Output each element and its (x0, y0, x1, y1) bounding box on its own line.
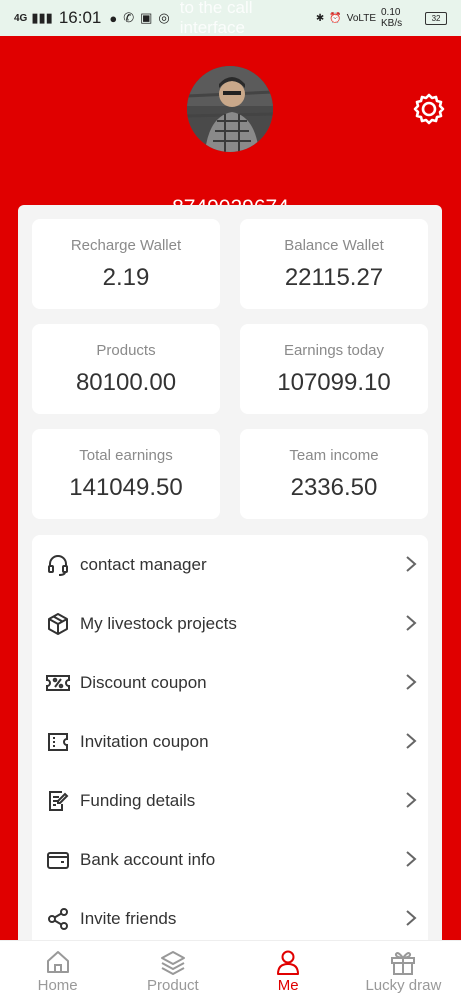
menu-item-funding-details[interactable]: Funding details (32, 771, 428, 830)
wallet-icon (44, 846, 72, 874)
volte-label: VoLTE (346, 12, 376, 24)
network-type: 4G (14, 12, 28, 24)
headset-icon (44, 551, 72, 579)
discount-coupon-icon (44, 669, 72, 697)
menu-item-discount-coupon[interactable]: Discount coupon (32, 653, 428, 712)
stat-label: Team income (289, 447, 379, 464)
menu-item-label: contact manager (80, 554, 207, 574)
share-icon (44, 905, 72, 933)
chevron-right-icon (406, 851, 417, 867)
menu-item-label: Invitation coupon (80, 731, 209, 751)
profile-header: 8749029674 (0, 36, 461, 219)
stat-card-recharge-wallet[interactable]: Recharge Wallet 2.19 (32, 219, 220, 309)
menu-item-label: Bank account info (80, 849, 216, 869)
box-icon (44, 610, 72, 638)
menu-item-livestock-projects[interactable]: My livestock projects (32, 594, 428, 653)
status-bar: 4G ▮▮▮ 16:01 ● ✆ ▣ ◎ to the call interfa… (0, 0, 461, 38)
stat-card-earnings-today[interactable]: Earnings today 107099.10 (240, 324, 428, 414)
settings-menu: contact manager My livestock projects Di… (32, 535, 428, 965)
stat-value: 141049.50 (69, 474, 183, 501)
stat-label: Earnings today (283, 342, 385, 359)
chevron-right-icon (406, 615, 417, 631)
battery-icon: 32 (425, 11, 447, 25)
stat-value: 22115.27 (284, 264, 384, 291)
stat-label: Total earnings (79, 447, 173, 464)
chevron-right-icon (406, 556, 417, 572)
call-banner-text[interactable]: to the call interface (180, 0, 316, 38)
battery-level: 32 (431, 13, 441, 23)
person-icon (277, 950, 300, 975)
tab-label: Product (147, 977, 199, 994)
gift-icon (391, 952, 416, 975)
home-icon (46, 951, 69, 973)
stat-value: 80100.00 (75, 369, 177, 396)
tab-label: Lucky draw (365, 977, 442, 994)
chevron-right-icon (406, 674, 417, 690)
menu-item-contact-manager[interactable]: contact manager (32, 535, 428, 594)
stat-card-balance-wallet[interactable]: Balance Wallet 22115.27 (240, 219, 428, 309)
stat-card-products[interactable]: Products 80100.00 (32, 324, 220, 414)
signal-icon: ▮▮▮ (31, 10, 53, 25)
stat-label: Products (96, 342, 156, 359)
instagram-icon: ◎ (158, 10, 170, 25)
stat-label: Recharge Wallet (70, 237, 182, 254)
stat-value: 107099.10 (277, 369, 391, 396)
bottom-tab-bar: Home Product Me Lucky draw (0, 940, 461, 1001)
leaf-icon: ● (109, 10, 118, 26)
document-edit-icon (44, 787, 72, 815)
menu-item-label: My livestock projects (80, 613, 237, 633)
tab-label: Home (37, 977, 78, 994)
menu-item-bank-account-info[interactable]: Bank account info (32, 830, 428, 889)
stat-card-total-earnings[interactable]: Total earnings 141049.50 (32, 429, 220, 519)
network-speed: 0.10 KB/s (381, 7, 403, 29)
status-time: 16:01 (58, 8, 102, 27)
tab-home[interactable]: Home (0, 941, 115, 1001)
chevron-right-icon (406, 792, 417, 808)
menu-item-invitation-coupon[interactable]: Invitation coupon (32, 712, 428, 771)
app-icon: ▣ (140, 10, 153, 25)
tab-product[interactable]: Product (115, 941, 230, 1001)
settings-gear-icon[interactable] (412, 92, 446, 126)
bluetooth-icon: ✱ (315, 12, 325, 24)
stat-value: 2.19 (102, 264, 150, 291)
chevron-right-icon (406, 733, 417, 749)
menu-item-label: Discount coupon (80, 672, 207, 692)
stat-label: Balance Wallet (284, 237, 384, 254)
avatar[interactable] (187, 66, 273, 152)
tab-label: Me (277, 977, 299, 994)
phone-call-icon: ✆ (123, 10, 135, 25)
stat-card-team-income[interactable]: Team income 2336.50 (240, 429, 428, 519)
tab-me[interactable]: Me (231, 941, 346, 1001)
stat-value: 2336.50 (290, 474, 378, 501)
account-panel: Recharge Wallet 2.19 Balance Wallet 2211… (18, 205, 442, 965)
tab-lucky-draw[interactable]: Lucky draw (346, 941, 461, 1001)
alarm-icon: ⏰ (329, 12, 342, 24)
menu-item-label: Funding details (80, 790, 196, 810)
menu-item-label: Invite friends (80, 908, 177, 928)
chevron-right-icon (406, 910, 417, 926)
layers-icon (160, 951, 185, 975)
ticket-icon (44, 728, 72, 756)
